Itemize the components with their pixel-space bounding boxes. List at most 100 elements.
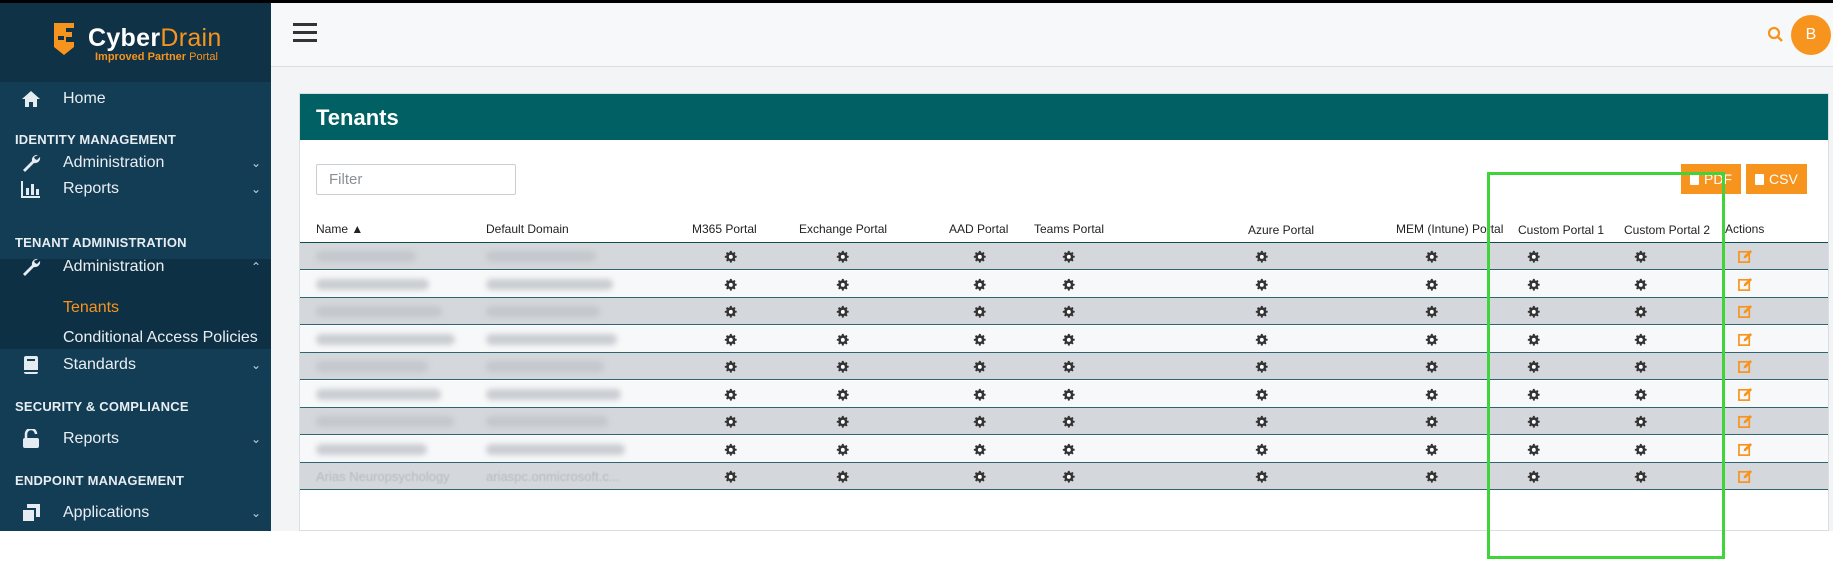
portal-mem-gear-icon[interactable] [1425, 278, 1438, 291]
portal-mem-gear-icon[interactable] [1425, 333, 1438, 346]
export-csv-button[interactable]: CSV [1746, 164, 1807, 194]
portal-m365-gear-icon[interactable] [724, 305, 737, 318]
portal-m365-gear-icon[interactable] [724, 470, 737, 483]
portal-custom-2-gear-icon[interactable] [1634, 360, 1647, 373]
edit-tenant-icon[interactable] [1738, 332, 1753, 347]
portal-aad-gear-icon[interactable] [973, 388, 986, 401]
edit-tenant-icon[interactable] [1738, 387, 1753, 402]
portal-mem-gear-icon[interactable] [1425, 360, 1438, 373]
portal-custom-1-gear-icon[interactable] [1527, 333, 1540, 346]
sidebar-item-identity-administration[interactable]: Administration ⌄ [0, 148, 271, 177]
portal-azure-gear-icon[interactable] [1255, 360, 1268, 373]
portal-azure-gear-icon[interactable] [1255, 305, 1268, 318]
portal-aad-gear-icon[interactable] [973, 333, 986, 346]
portal-teams-gear-icon[interactable] [1062, 333, 1075, 346]
portal-teams-gear-icon[interactable] [1062, 415, 1075, 428]
portal-aad-gear-icon[interactable] [973, 443, 986, 456]
portal-exchange-gear-icon[interactable] [836, 388, 849, 401]
portal-exchange-gear-icon[interactable] [836, 250, 849, 263]
portal-teams-gear-icon[interactable] [1062, 250, 1075, 263]
portal-teams-gear-icon[interactable] [1062, 388, 1075, 401]
edit-tenant-icon[interactable] [1738, 469, 1753, 484]
portal-azure-gear-icon[interactable] [1255, 250, 1268, 263]
portal-teams-gear-icon[interactable] [1062, 443, 1075, 456]
sidebar-item-identity-reports[interactable]: Reports ⌄ [0, 174, 271, 203]
portal-aad-gear-icon[interactable] [973, 360, 986, 373]
portal-teams-gear-icon[interactable] [1062, 278, 1075, 291]
portal-azure-gear-icon[interactable] [1255, 415, 1268, 428]
edit-tenant-icon[interactable] [1738, 304, 1753, 319]
portal-custom-1-gear-icon[interactable] [1527, 250, 1540, 263]
portal-aad-gear-icon[interactable] [973, 305, 986, 318]
portal-custom-2-gear-icon[interactable] [1634, 250, 1647, 263]
portal-custom-2-gear-icon[interactable] [1634, 415, 1647, 428]
portal-m365-gear-icon[interactable] [724, 415, 737, 428]
portal-aad-gear-icon[interactable] [973, 470, 986, 483]
portal-azure-gear-icon[interactable] [1255, 333, 1268, 346]
portal-mem-gear-icon[interactable] [1425, 305, 1438, 318]
column-header-name[interactable]: Name ▲ [316, 222, 363, 236]
portal-custom-2-gear-icon[interactable] [1634, 305, 1647, 318]
portal-exchange-gear-icon[interactable] [836, 443, 849, 456]
portal-mem-gear-icon[interactable] [1425, 388, 1438, 401]
hamburger-menu-icon[interactable] [293, 23, 317, 45]
sidebar-subitem-conditional-access-policies[interactable]: Conditional Access Policies [63, 329, 258, 347]
portal-azure-gear-icon[interactable] [1255, 388, 1268, 401]
table-row [300, 380, 1828, 408]
portal-teams-gear-icon[interactable] [1062, 470, 1075, 483]
sidebar-item-standards[interactable]: Standards ⌄ [0, 350, 271, 379]
portal-azure-gear-icon[interactable] [1255, 278, 1268, 291]
portal-azure-gear-icon[interactable] [1255, 470, 1268, 483]
filter-input[interactable] [316, 164, 516, 195]
portal-m365-gear-icon[interactable] [724, 333, 737, 346]
sidebar-item-security-reports[interactable]: Reports ⌄ [0, 424, 271, 453]
portal-exchange-gear-icon[interactable] [836, 305, 849, 318]
portal-custom-1-gear-icon[interactable] [1527, 305, 1540, 318]
portal-m365-gear-icon[interactable] [724, 360, 737, 373]
user-avatar[interactable]: B [1791, 15, 1831, 55]
portal-custom-2-gear-icon[interactable] [1634, 278, 1647, 291]
portal-mem-gear-icon[interactable] [1425, 250, 1438, 263]
portal-custom-1-gear-icon[interactable] [1527, 470, 1540, 483]
portal-custom-1-gear-icon[interactable] [1527, 415, 1540, 428]
portal-exchange-gear-icon[interactable] [836, 470, 849, 483]
search-icon[interactable] [1766, 25, 1786, 45]
export-pdf-button[interactable]: PDF [1681, 164, 1741, 194]
portal-m365-gear-icon[interactable] [724, 250, 737, 263]
portal-exchange-gear-icon[interactable] [836, 333, 849, 346]
sidebar-item-tenant-administration[interactable]: Administration ⌃ [0, 252, 271, 281]
portal-teams-gear-icon[interactable] [1062, 360, 1075, 373]
portal-exchange-gear-icon[interactable] [836, 278, 849, 291]
portal-custom-2-gear-icon[interactable] [1634, 470, 1647, 483]
logo[interactable]: CyberDrain Improved Partner Portal [0, 3, 271, 82]
portal-custom-1-gear-icon[interactable] [1527, 360, 1540, 373]
portal-mem-gear-icon[interactable] [1425, 470, 1438, 483]
sidebar-item-applications[interactable]: Applications ⌄ [0, 498, 271, 527]
edit-tenant-icon[interactable] [1738, 414, 1753, 429]
portal-custom-1-gear-icon[interactable] [1527, 388, 1540, 401]
edit-tenant-icon[interactable] [1738, 359, 1753, 374]
portal-custom-2-gear-icon[interactable] [1634, 443, 1647, 456]
portal-custom-1-gear-icon[interactable] [1527, 278, 1540, 291]
portal-m365-gear-icon[interactable] [724, 443, 737, 456]
portal-azure-gear-icon[interactable] [1255, 443, 1268, 456]
sidebar-item-home[interactable]: Home [0, 84, 271, 113]
portal-aad-gear-icon[interactable] [973, 250, 986, 263]
portal-custom-2-gear-icon[interactable] [1634, 388, 1647, 401]
portal-m365-gear-icon[interactable] [724, 278, 737, 291]
column-header-default-domain[interactable]: Default Domain [486, 222, 569, 236]
edit-tenant-icon[interactable] [1738, 442, 1753, 457]
sidebar-subitem-tenants[interactable]: Tenants [63, 299, 119, 317]
portal-custom-2-gear-icon[interactable] [1634, 333, 1647, 346]
portal-exchange-gear-icon[interactable] [836, 415, 849, 428]
portal-teams-gear-icon[interactable] [1062, 305, 1075, 318]
portal-exchange-gear-icon[interactable] [836, 360, 849, 373]
portal-mem-gear-icon[interactable] [1425, 443, 1438, 456]
edit-tenant-icon[interactable] [1738, 249, 1753, 264]
portal-aad-gear-icon[interactable] [973, 278, 986, 291]
portal-custom-1-gear-icon[interactable] [1527, 443, 1540, 456]
portal-aad-gear-icon[interactable] [973, 415, 986, 428]
portal-mem-gear-icon[interactable] [1425, 415, 1438, 428]
edit-tenant-icon[interactable] [1738, 277, 1753, 292]
portal-m365-gear-icon[interactable] [724, 388, 737, 401]
